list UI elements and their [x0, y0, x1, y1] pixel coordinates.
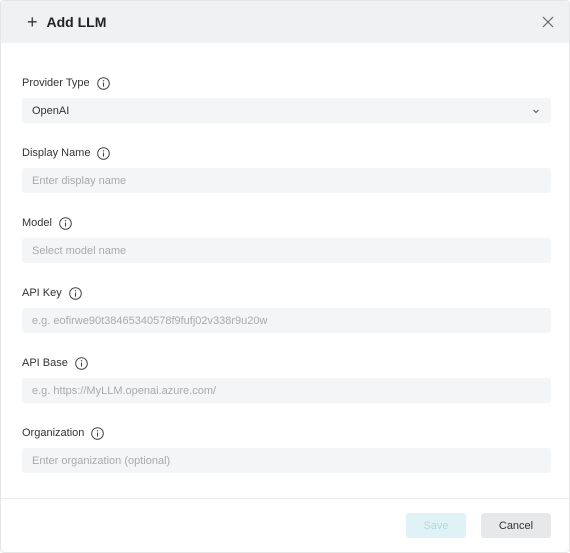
organization-label: Organization [22, 427, 85, 439]
info-icon[interactable] [96, 76, 110, 90]
api-base-input[interactable]: e.g. https://MyLLM.openai.azure.com/ [22, 378, 551, 403]
title-wrap: + Add LLM [27, 13, 106, 31]
info-icon[interactable] [91, 426, 105, 440]
provider-type-select[interactable]: OpenAI [22, 98, 551, 123]
provider-type-field: Provider Type OpenAI [22, 75, 551, 123]
label-row: API Key [22, 285, 549, 301]
api-key-field: API Key e.g. eofirwe90t38465340578f9fufj… [22, 285, 551, 333]
model-input[interactable]: Select model name [22, 238, 551, 263]
display-name-label: Display Name [22, 147, 91, 159]
api-base-field: API Base e.g. https://MyLLM.openai.azure… [22, 355, 551, 403]
provider-type-label: Provider Type [22, 77, 90, 89]
dialog-footer: Save Cancel [1, 498, 569, 552]
provider-type-value: OpenAI [32, 104, 70, 117]
chevron-down-icon [531, 106, 541, 116]
display-name-field: Display Name Enter display name [22, 145, 551, 193]
info-icon[interactable] [59, 216, 72, 230]
display-name-input[interactable]: Enter display name [22, 168, 551, 193]
api-key-label: API Key [22, 287, 62, 299]
organization-input[interactable]: Enter organization (optional) [22, 448, 551, 473]
save-button[interactable]: Save [406, 513, 466, 538]
info-icon[interactable] [97, 146, 111, 160]
info-icon[interactable] [68, 286, 82, 300]
dialog-header: + Add LLM [1, 1, 569, 43]
organization-field: Organization Enter organization (optiona… [22, 425, 551, 473]
info-icon[interactable] [75, 356, 88, 370]
label-row: Display Name [22, 145, 549, 161]
api-base-label: API Base [22, 357, 68, 369]
dialog-body: Provider Type OpenAI Display Name Enter … [1, 43, 569, 473]
label-row: API Base [22, 355, 549, 371]
label-row: Organization [22, 425, 549, 441]
label-row: Provider Type [22, 75, 549, 91]
plus-icon: + [27, 12, 38, 32]
model-label: Model [22, 217, 52, 229]
close-icon[interactable] [541, 15, 555, 29]
label-row: Model [22, 215, 549, 231]
cancel-button[interactable]: Cancel [481, 513, 551, 538]
model-field: Model Select model name [22, 215, 551, 263]
dialog-title: Add LLM [46, 14, 107, 30]
add-llm-dialog: + Add LLM Provider Type OpenAI Display N… [0, 0, 570, 553]
api-key-input[interactable]: e.g. eofirwe90t38465340578f9fufj02v338r9… [22, 308, 551, 333]
